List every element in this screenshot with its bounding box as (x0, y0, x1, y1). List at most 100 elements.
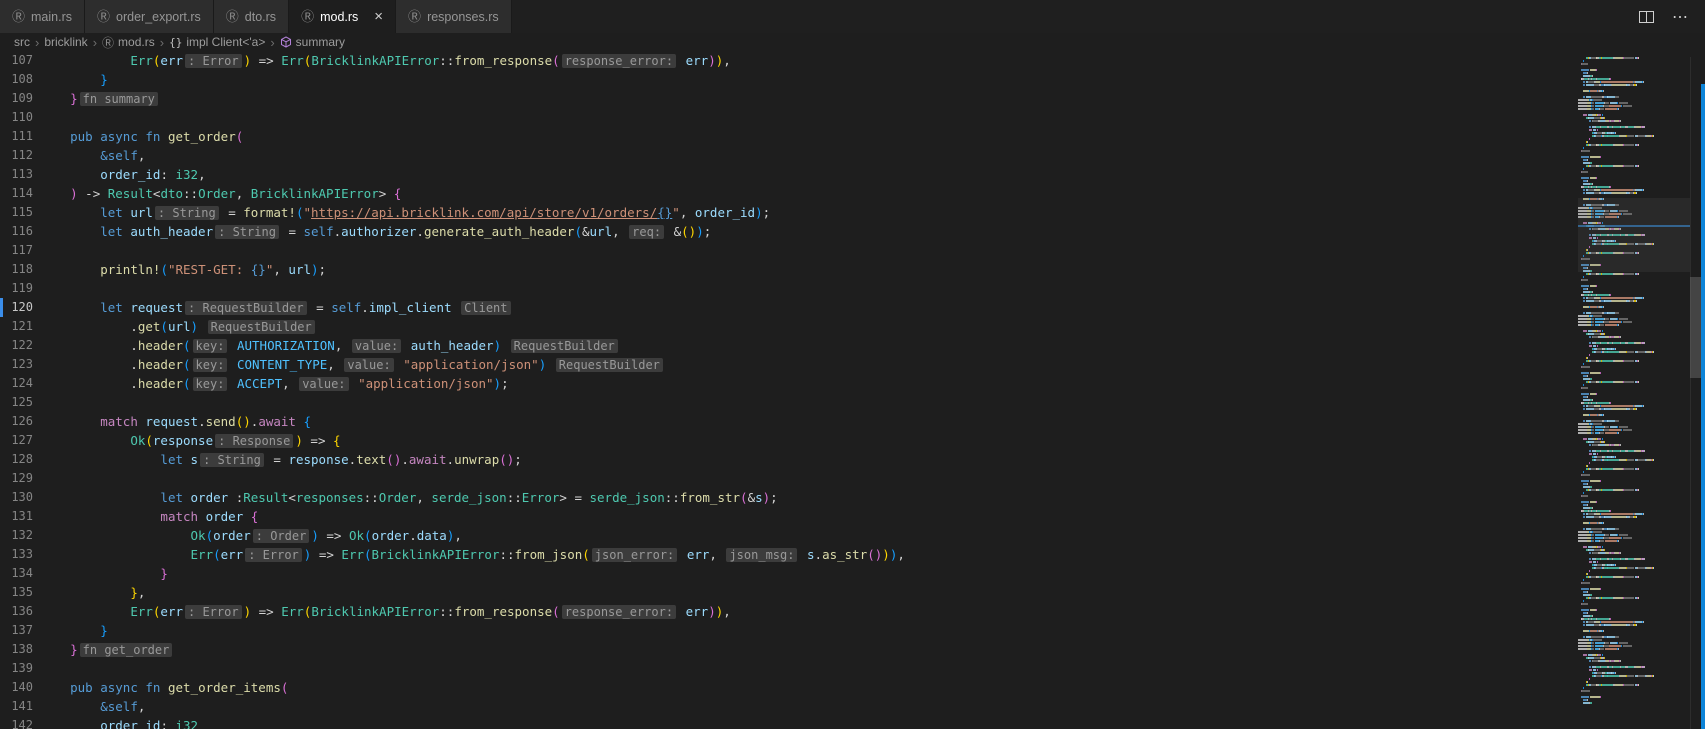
code-line-139[interactable] (40, 659, 1578, 678)
line-number[interactable]: 132 (0, 526, 40, 545)
scrollbar-thumb[interactable] (1690, 277, 1701, 378)
code-line-137[interactable]: } (40, 621, 1578, 640)
split-editor-icon[interactable] (1639, 10, 1654, 23)
line-number[interactable]: 109 (0, 89, 40, 108)
line-number[interactable]: 129 (0, 469, 40, 488)
line-number[interactable]: 137 (0, 621, 40, 640)
line-number[interactable]: 126 (0, 412, 40, 431)
code-line-111[interactable]: pub async fn get_order( (40, 127, 1578, 146)
code-line-112[interactable]: &self, (40, 146, 1578, 165)
close-tab-icon[interactable]: × (374, 9, 383, 24)
inlay-hint: : Order (252, 529, 310, 543)
line-number[interactable]: 116 (0, 222, 40, 241)
minimap-slider[interactable] (1578, 198, 1690, 272)
code-line-114[interactable]: ) -> Result<dto::Order, BricklinkAPIErro… (40, 184, 1578, 203)
tab-order_export-rs[interactable]: Ⓡorder_export.rs (85, 0, 214, 33)
code-line-131[interactable]: match order { (40, 507, 1578, 526)
line-number[interactable]: 108 (0, 70, 40, 89)
code-line-107[interactable]: Err(err: Error) => Err(BricklinkAPIError… (40, 51, 1578, 70)
line-number[interactable]: 140 (0, 678, 40, 697)
code-line-123[interactable]: .header(key: CONTENT_TYPE, value: "appli… (40, 355, 1578, 374)
code-line-120[interactable]: let request: RequestBuilder = self.impl_… (40, 298, 1578, 317)
editor-scrollbar[interactable] (1690, 51, 1701, 729)
code-line-125[interactable] (40, 393, 1578, 412)
line-number[interactable]: 138 (0, 640, 40, 659)
tab-responses-rs[interactable]: Ⓡresponses.rs (396, 0, 512, 33)
line-number-gutter[interactable]: 107 108 109 110 111 112 113 114 115 116 117 118 119 1… (0, 51, 40, 729)
minimap[interactable] (1578, 57, 1690, 729)
code-line-129[interactable] (40, 469, 1578, 488)
code-line-135[interactable]: }, (40, 583, 1578, 602)
inlay-hint: : Error (245, 548, 302, 562)
line-number[interactable]: 135 (0, 583, 40, 602)
breadcrumb-item-mod-rs[interactable]: Ⓡmod.rs (102, 34, 155, 51)
line-number[interactable]: 139 (0, 659, 40, 678)
line-number[interactable]: 125 (0, 393, 40, 412)
code-line-124[interactable]: .header(key: ACCEPT, value: "application… (40, 374, 1578, 393)
code-line-138[interactable]: } fn get_order (40, 640, 1578, 659)
line-number[interactable]: 120 (0, 298, 40, 317)
line-number[interactable]: 115 (0, 203, 40, 222)
code-line-118[interactable]: println!("REST-GET: {}", url); (40, 260, 1578, 279)
breadcrumb-item-summary[interactable]: summary (280, 35, 345, 49)
code-line-108[interactable]: } (40, 70, 1578, 89)
code-line-117[interactable] (40, 241, 1578, 260)
line-number[interactable]: 142 (0, 716, 40, 729)
breadcrumb-item-src[interactable]: src (14, 35, 30, 49)
breadcrumb-item-bricklink[interactable]: bricklink (44, 35, 87, 49)
line-number[interactable]: 136 (0, 602, 40, 621)
line-number[interactable]: 118 (0, 260, 40, 279)
code-line-128[interactable]: let s: String = response.text().await.un… (40, 450, 1578, 469)
line-number[interactable]: 130 (0, 488, 40, 507)
line-number[interactable]: 134 (0, 564, 40, 583)
line-number[interactable]: 114 (0, 184, 40, 203)
line-number[interactable]: 111 (0, 127, 40, 146)
inlay-hint: json_error: (591, 548, 678, 562)
code-line-116[interactable]: let auth_header: String = self.authorize… (40, 222, 1578, 241)
code-line-109[interactable]: } fn summary (40, 89, 1578, 108)
code-line-140[interactable]: pub async fn get_order_items( (40, 678, 1578, 697)
breadcrumb-item-impl-Client-a-[interactable]: {} impl Client<'a> (169, 35, 265, 49)
code-line-119[interactable] (40, 279, 1578, 298)
code-line-113[interactable]: order_id: i32, (40, 165, 1578, 184)
line-number[interactable]: 117 (0, 241, 40, 260)
code-line-127[interactable]: Ok(response: Response) => { (40, 431, 1578, 450)
line-number[interactable]: 127 (0, 431, 40, 450)
breadcrumb-label: src (14, 35, 30, 49)
line-number[interactable]: 141 (0, 697, 40, 716)
tab-dto-rs[interactable]: Ⓡdto.rs (213, 0, 290, 33)
breadcrumb-separator: › (159, 34, 165, 50)
code-editor[interactable]: 107 108 109 110 111 112 113 114 115 116 117 118 119 1… (0, 51, 1705, 729)
line-number[interactable]: 121 (0, 317, 40, 336)
inlay-hint: fn get_order (79, 643, 173, 657)
line-number[interactable]: 122 (0, 336, 40, 355)
code-line-134[interactable]: } (40, 564, 1578, 583)
line-number[interactable]: 113 (0, 165, 40, 184)
tab-mod-rs[interactable]: Ⓡmod.rs × (289, 0, 397, 33)
code-line-121[interactable]: .get(url) RequestBuilder (40, 317, 1578, 336)
line-number[interactable]: 131 (0, 507, 40, 526)
inlay-hint: value: (299, 377, 349, 391)
code-line-141[interactable]: &self, (40, 697, 1578, 716)
code-line-133[interactable]: Err(err: Error) => Err(BricklinkAPIError… (40, 545, 1578, 564)
code-content[interactable]: Err(err: Error) => Err(BricklinkAPIError… (40, 51, 1578, 729)
line-number[interactable]: 119 (0, 279, 40, 298)
code-line-142[interactable]: order_id: i32 (40, 716, 1578, 729)
code-line-132[interactable]: Ok(order: Order) => Ok(order.data), (40, 526, 1578, 545)
code-line-126[interactable]: match request.send().await { (40, 412, 1578, 431)
line-number[interactable]: 107 (0, 51, 40, 70)
code-line-136[interactable]: Err(err: Error) => Err(BricklinkAPIError… (40, 602, 1578, 621)
code-line-122[interactable]: .header(key: AUTHORIZATION, value: auth_… (40, 336, 1578, 355)
code-line-115[interactable]: let url: String = format!("https://api.b… (40, 203, 1578, 222)
line-number[interactable]: 124 (0, 374, 40, 393)
line-number[interactable]: 133 (0, 545, 40, 564)
code-line-130[interactable]: let order :Result<responses::Order, serd… (40, 488, 1578, 507)
line-number[interactable]: 128 (0, 450, 40, 469)
line-number[interactable]: 110 (0, 108, 40, 127)
line-number[interactable]: 123 (0, 355, 40, 374)
tab-label: responses.rs (427, 9, 499, 24)
line-number[interactable]: 112 (0, 146, 40, 165)
code-line-110[interactable] (40, 108, 1578, 127)
tab-main-rs[interactable]: Ⓡmain.rs (0, 0, 85, 33)
more-actions-icon[interactable]: ⋯ (1672, 7, 1689, 27)
